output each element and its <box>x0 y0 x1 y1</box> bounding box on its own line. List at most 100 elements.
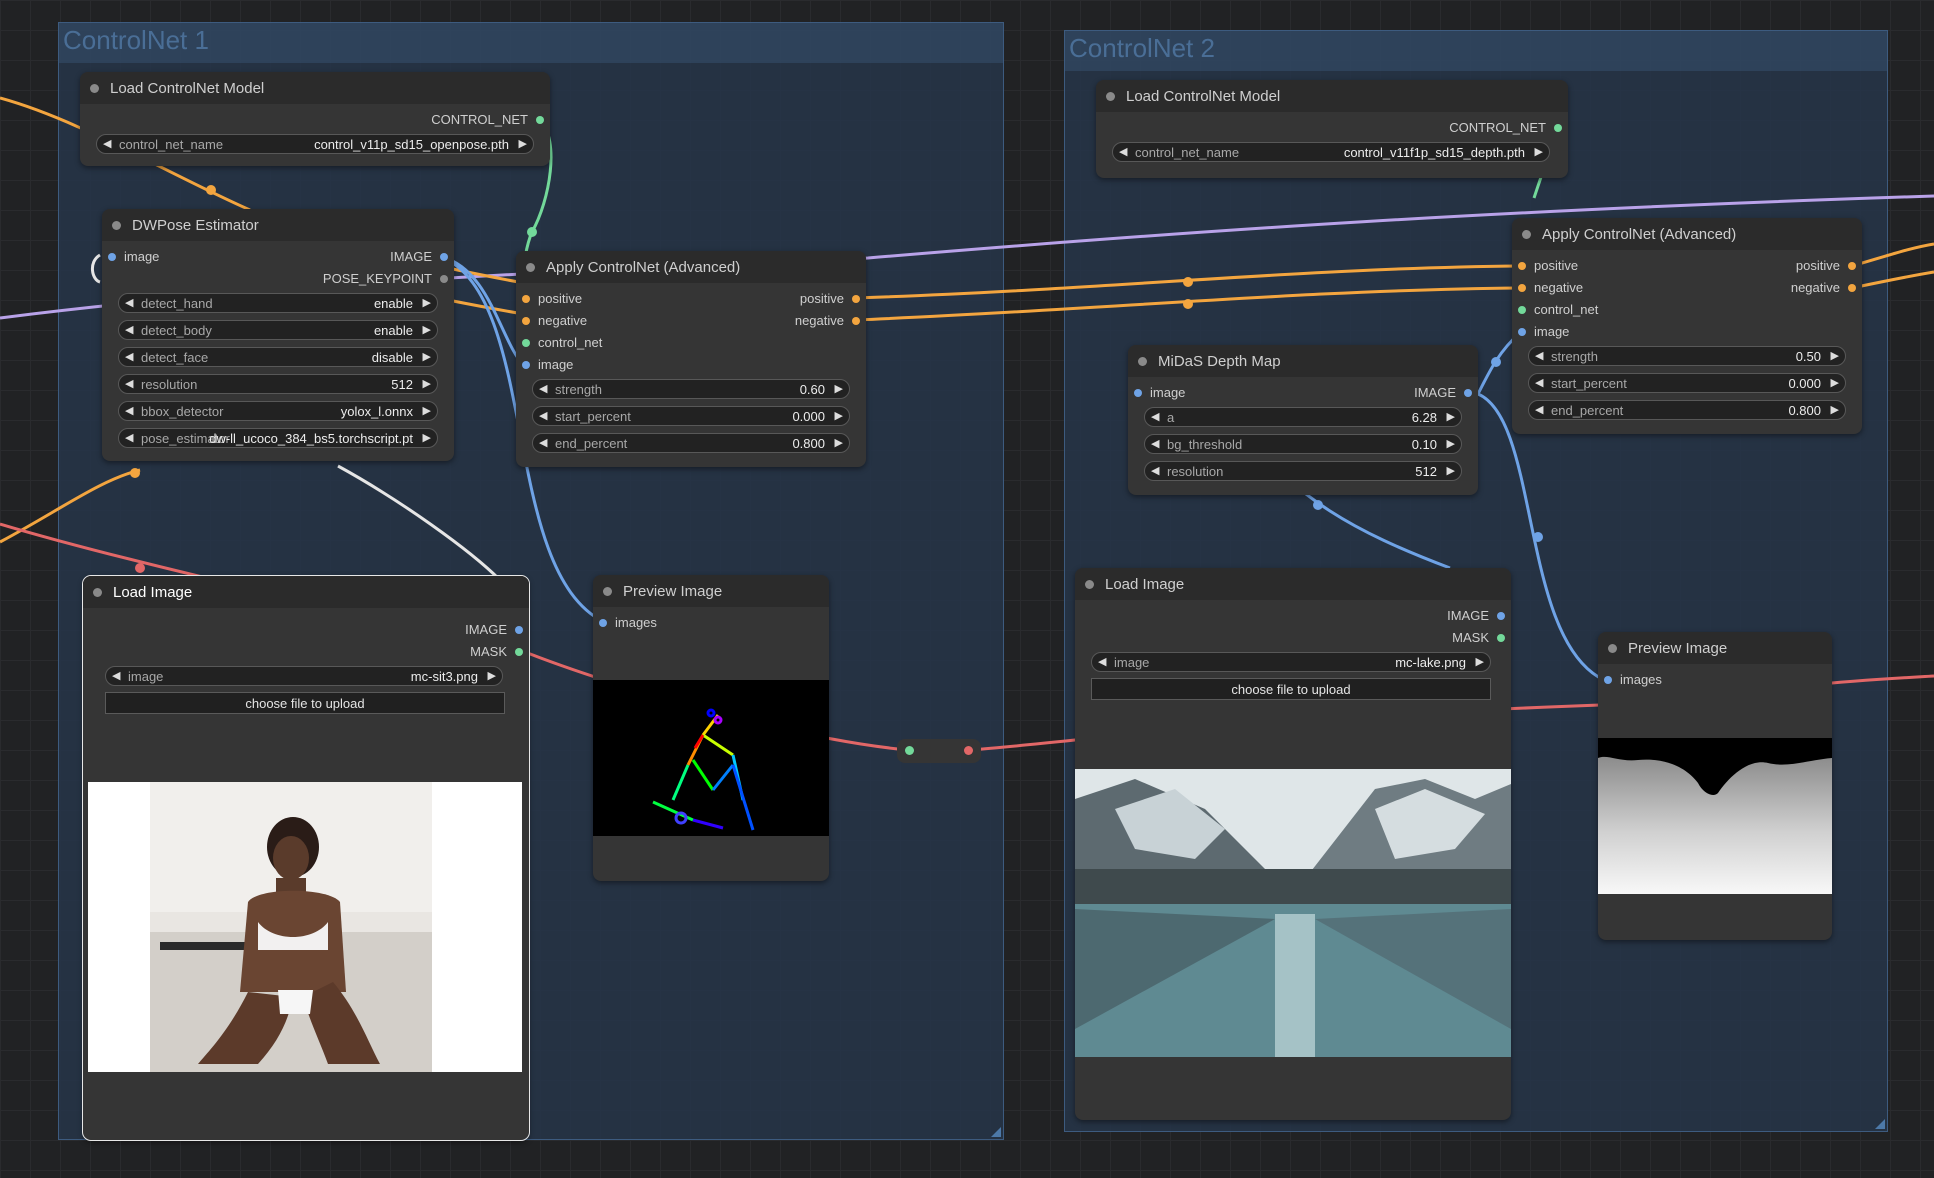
output-control-net[interactable]: CONTROL_NET <box>1449 120 1562 135</box>
port-dot[interactable] <box>522 295 530 303</box>
node-header[interactable]: Load Image <box>83 576 529 608</box>
increment-arrow[interactable]: ▶ <box>835 382 843 395</box>
decrement-arrow[interactable]: ◀ <box>112 669 120 682</box>
widget-resolution[interactable]: ◀ resolution 512 ▶ <box>118 374 438 394</box>
increment-arrow[interactable]: ▶ <box>423 377 431 390</box>
node-header[interactable]: Load Image <box>1075 568 1511 600</box>
increment-arrow[interactable]: ▶ <box>835 409 843 422</box>
input-image[interactable]: image <box>1518 324 1569 339</box>
widget-detect-body[interactable]: ◀ detect_body enable ▶ <box>118 320 438 340</box>
port-dot[interactable] <box>515 626 523 634</box>
decrement-arrow[interactable]: ◀ <box>125 296 133 309</box>
decrement-arrow[interactable]: ◀ <box>125 404 133 417</box>
port-dot[interactable] <box>1518 284 1526 292</box>
decrement-arrow[interactable]: ◀ <box>539 436 547 449</box>
collapse-dot[interactable] <box>1085 580 1094 589</box>
node-preview-image-1[interactable]: Preview Image images <box>593 575 829 881</box>
input-image[interactable]: image <box>1134 385 1185 400</box>
output-control-net[interactable]: CONTROL_NET <box>431 112 544 127</box>
increment-arrow[interactable]: ▶ <box>423 296 431 309</box>
choose-file-button[interactable]: choose file to upload <box>105 692 505 714</box>
increment-arrow[interactable]: ▶ <box>1535 145 1543 158</box>
port-dot[interactable] <box>108 253 116 261</box>
increment-arrow[interactable]: ▶ <box>488 669 496 682</box>
port-dot[interactable] <box>522 361 530 369</box>
increment-arrow[interactable]: ▶ <box>519 137 527 150</box>
collapse-dot[interactable] <box>1106 92 1115 101</box>
port-dot[interactable] <box>522 339 530 347</box>
decrement-arrow[interactable]: ◀ <box>1535 376 1543 389</box>
increment-arrow[interactable]: ▶ <box>1447 464 1455 477</box>
output-negative[interactable]: negative <box>1791 280 1856 295</box>
input-images[interactable]: images <box>1604 672 1662 687</box>
port-dot[interactable] <box>905 746 914 755</box>
increment-arrow[interactable]: ▶ <box>1447 437 1455 450</box>
node-header[interactable]: DWPose Estimator <box>102 209 454 241</box>
node-header[interactable]: MiDaS Depth Map <box>1128 345 1478 377</box>
decrement-arrow[interactable]: ◀ <box>125 350 133 363</box>
increment-arrow[interactable]: ▶ <box>1831 349 1839 362</box>
port-dot[interactable] <box>599 619 607 627</box>
collapse-dot[interactable] <box>90 84 99 93</box>
widget-start-percent[interactable]: ◀ start_percent 0.000 ▶ <box>1528 373 1846 393</box>
decrement-arrow[interactable]: ◀ <box>1151 437 1159 450</box>
collapse-dot[interactable] <box>1608 644 1617 653</box>
widget-strength[interactable]: ◀ strength 0.50 ▶ <box>1528 346 1846 366</box>
port-dot[interactable] <box>852 317 860 325</box>
collapse-dot[interactable] <box>1138 357 1147 366</box>
input-negative[interactable]: negative <box>1518 280 1583 295</box>
widget-start-percent[interactable]: ◀ start_percent 0.000 ▶ <box>532 406 850 426</box>
increment-arrow[interactable]: ▶ <box>423 350 431 363</box>
port-dot[interactable] <box>1518 328 1526 336</box>
widget-control-net-name[interactable]: ◀ control_net_name control_v11p_sd15_openp… <box>96 134 534 154</box>
node-load-image-2[interactable]: Load Image IMAGE MASK ◀ image mc-lake.png ▶… <box>1075 568 1511 1120</box>
widget-end-percent[interactable]: ◀ end_percent 0.800 ▶ <box>1528 400 1846 420</box>
widget-bbox-detector[interactable]: ◀ bbox_detector yolox_l.onnx ▶ <box>118 401 438 421</box>
input-positive[interactable]: positive <box>522 291 582 306</box>
decrement-arrow[interactable]: ◀ <box>125 431 133 444</box>
output-mask[interactable]: MASK <box>470 644 523 659</box>
widget-image[interactable]: ◀ image mc-lake.png ▶ <box>1091 652 1491 672</box>
output-image[interactable]: IMAGE <box>1447 608 1505 623</box>
port-dot[interactable] <box>1604 676 1612 684</box>
port-dot[interactable] <box>1497 612 1505 620</box>
port-dot[interactable] <box>1554 124 1562 132</box>
port-dot[interactable] <box>1848 262 1856 270</box>
decrement-arrow[interactable]: ◀ <box>125 377 133 390</box>
decrement-arrow[interactable]: ◀ <box>1535 403 1543 416</box>
node-load-image-1[interactable]: Load Image IMAGE MASK ◀ image mc-sit3.png ▶… <box>82 575 530 1141</box>
decrement-arrow[interactable]: ◀ <box>1151 410 1159 423</box>
port-dot[interactable] <box>1848 284 1856 292</box>
widget-detect-face[interactable]: ◀ detect_face disable ▶ <box>118 347 438 367</box>
node-header[interactable]: Apply ControlNet (Advanced) <box>516 251 866 283</box>
node-header[interactable]: Load ControlNet Model <box>80 72 550 104</box>
port-dot[interactable] <box>440 275 448 283</box>
decrement-arrow[interactable]: ◀ <box>125 323 133 336</box>
decrement-arrow[interactable]: ◀ <box>1151 464 1159 477</box>
port-dot[interactable] <box>852 295 860 303</box>
input-control-net[interactable]: control_net <box>522 335 602 350</box>
decrement-arrow[interactable]: ◀ <box>1119 145 1127 158</box>
node-load-controlnet-1[interactable]: Load ControlNet Model CONTROL_NET ◀ contr… <box>80 72 550 166</box>
output-image[interactable]: IMAGE <box>390 249 448 264</box>
node-header[interactable]: Load ControlNet Model <box>1096 80 1568 112</box>
widget-strength[interactable]: ◀ strength 0.60 ▶ <box>532 379 850 399</box>
port-dot[interactable] <box>522 317 530 325</box>
widget-pose-estimator[interactable]: ◀ pose_estimator dw-ll_ucoco_384_bs5.torch… <box>118 428 438 448</box>
node-header[interactable]: Preview Image <box>1598 632 1832 664</box>
output-positive[interactable]: positive <box>1796 258 1856 273</box>
node-preview-image-2[interactable]: Preview Image images <box>1598 632 1832 940</box>
choose-file-button[interactable]: choose file to upload <box>1091 678 1491 700</box>
increment-arrow[interactable]: ▶ <box>423 323 431 336</box>
node-load-controlnet-2[interactable]: Load ControlNet Model CONTROL_NET ◀ contr… <box>1096 80 1568 178</box>
increment-arrow[interactable]: ▶ <box>423 431 431 444</box>
port-dot[interactable] <box>1464 389 1472 397</box>
widget-bg-threshold[interactable]: ◀ bg_threshold 0.10 ▶ <box>1144 434 1462 454</box>
node-dwpose-estimator[interactable]: DWPose Estimator image IMAGE POSE_KEYPOI… <box>102 209 454 461</box>
output-image[interactable]: IMAGE <box>1414 385 1472 400</box>
input-control-net[interactable]: control_net <box>1518 302 1598 317</box>
widget-control-net-name[interactable]: ◀ control_net_name control_v11f1p_sd15_dep… <box>1112 142 1550 162</box>
collapse-dot[interactable] <box>526 263 535 272</box>
collapse-dot[interactable] <box>93 588 102 597</box>
output-negative[interactable]: negative <box>795 313 860 328</box>
